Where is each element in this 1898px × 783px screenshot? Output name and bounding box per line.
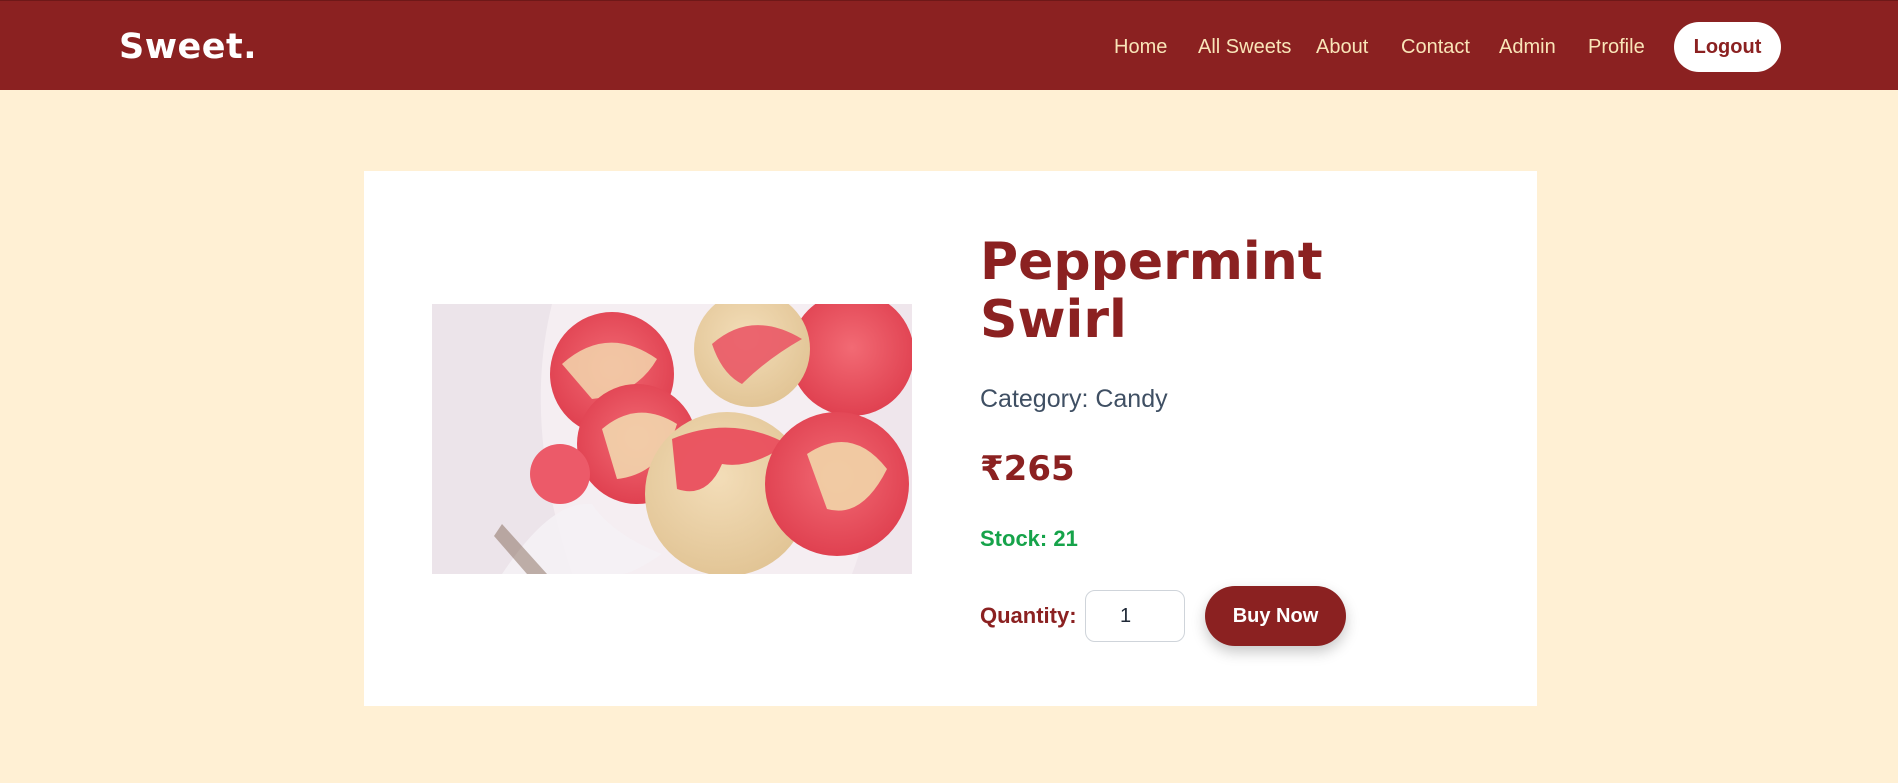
buy-now-button[interactable]: Buy Now bbox=[1205, 586, 1346, 646]
nav-profile[interactable]: Profile bbox=[1588, 36, 1645, 59]
product-price: ₹265 bbox=[980, 449, 1075, 489]
product-image bbox=[432, 304, 912, 574]
nav-admin[interactable]: Admin bbox=[1499, 36, 1556, 59]
product-category: Category: Candy bbox=[980, 385, 1168, 413]
quantity-input[interactable] bbox=[1085, 590, 1185, 642]
site-logo[interactable]: Sweet. bbox=[119, 27, 257, 67]
peppermint-cookies-photo bbox=[432, 304, 912, 574]
product-card: Peppermint Swirl Category: Candy ₹265 St… bbox=[364, 171, 1537, 706]
stock-status: Stock: 21 bbox=[980, 526, 1078, 551]
logout-button[interactable]: Logout bbox=[1674, 22, 1781, 72]
quantity-label: Quantity: bbox=[980, 603, 1077, 628]
nav-home[interactable]: Home bbox=[1114, 36, 1167, 59]
nav-about[interactable]: About bbox=[1316, 36, 1368, 59]
nav-contact[interactable]: Contact bbox=[1401, 36, 1470, 59]
top-navbar: Sweet. Home All Sweets About Contact Adm… bbox=[0, 0, 1898, 90]
nav-all-sweets[interactable]: All Sweets bbox=[1198, 36, 1291, 59]
product-title: Peppermint Swirl bbox=[980, 232, 1323, 350]
